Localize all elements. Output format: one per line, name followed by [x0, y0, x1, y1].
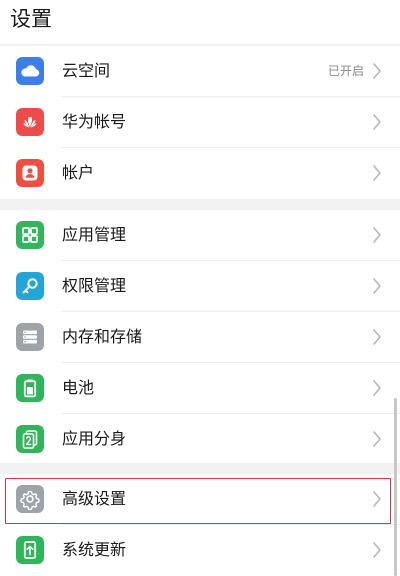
chevron-right-icon	[372, 277, 382, 295]
chevron-right-icon	[372, 328, 382, 346]
settings-item-label: 应用分身	[62, 429, 127, 448]
settings-item-system-update[interactable]: 系统更新	[0, 525, 400, 576]
storage-icon	[16, 323, 44, 351]
page-title: 设置	[10, 7, 52, 31]
settings-item-memory-storage[interactable]: 内存和存储	[0, 312, 400, 363]
huawei-logo-icon	[16, 108, 44, 136]
settings-item-label: 内存和存储	[62, 327, 143, 346]
settings-item-label: 电池	[62, 378, 95, 397]
battery-icon	[16, 374, 44, 402]
chevron-right-icon	[372, 113, 382, 131]
settings-item-label: 云空间	[62, 61, 111, 80]
gear-icon	[16, 485, 44, 513]
settings-item-app-management[interactable]: 应用管理	[0, 210, 400, 261]
chevron-right-icon	[372, 379, 382, 397]
settings-item-huawei-id[interactable]: 华为帐号	[0, 97, 400, 148]
chevron-right-icon	[372, 62, 382, 80]
settings-item-app-twin[interactable]: 应用分身	[0, 414, 400, 465]
apps-grid-icon	[16, 221, 44, 249]
status-text: 已开启	[327, 64, 364, 78]
chevron-right-icon	[372, 490, 382, 508]
settings-item-label: 华为帐号	[62, 112, 127, 131]
settings-item-cloud[interactable]: 云空间 已开启	[0, 46, 400, 97]
settings-item-label: 高级设置	[62, 489, 127, 508]
chevron-right-icon	[372, 226, 382, 244]
settings-group-account: 云空间 已开启 华为帐号 帐户	[0, 46, 400, 199]
key-icon	[16, 272, 44, 300]
settings-group-system: 高级设置 系统更新	[0, 474, 400, 576]
chevron-right-icon	[372, 541, 382, 559]
settings-item-label: 系统更新	[62, 540, 127, 559]
chevron-right-icon	[372, 430, 382, 448]
settings-item-accounts[interactable]: 帐户	[0, 148, 400, 199]
settings-item-label: 帐户	[62, 163, 95, 182]
settings-item-label: 权限管理	[62, 276, 127, 295]
chevron-right-icon	[372, 164, 382, 182]
system-update-icon	[16, 536, 44, 564]
settings-item-battery[interactable]: 电池	[0, 363, 400, 414]
cloud-icon	[16, 57, 44, 85]
app-twin-icon	[16, 425, 44, 453]
scrollbar[interactable]	[394, 398, 397, 576]
user-icon	[16, 159, 44, 187]
settings-item-permissions[interactable]: 权限管理	[0, 261, 400, 312]
settings-item-advanced-settings[interactable]: 高级设置	[0, 474, 400, 525]
settings-group-apps: 应用管理 权限管理 内存和存储 电池 应用分身	[0, 210, 400, 463]
settings-item-label: 应用管理	[62, 225, 127, 244]
header: 设置	[0, 0, 400, 44]
